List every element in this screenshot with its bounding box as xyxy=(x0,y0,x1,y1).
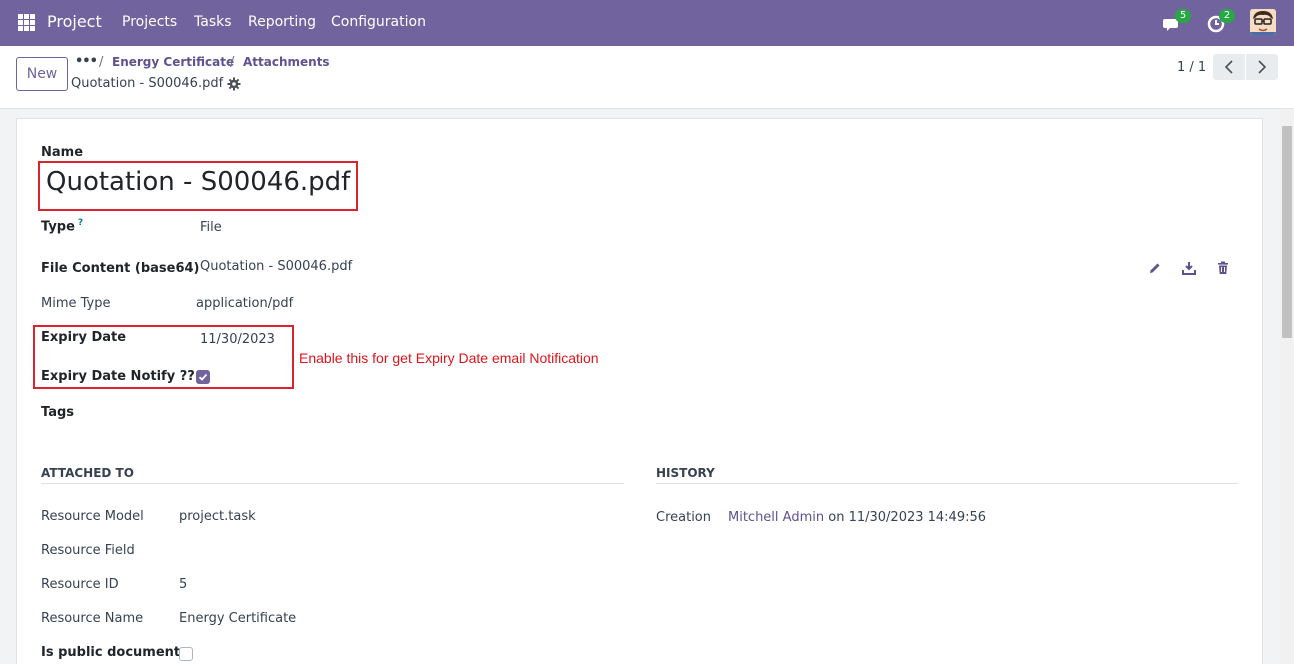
history-section-title: HISTORY xyxy=(656,466,715,480)
resource-id-value[interactable]: 5 xyxy=(179,577,187,592)
breadcrumb-separator: / xyxy=(230,55,235,70)
messages-badge: 5 xyxy=(1175,9,1191,23)
resource-id-label: Resource ID xyxy=(41,577,119,592)
type-label: Type? xyxy=(41,218,84,235)
name-label: Name xyxy=(41,145,84,160)
resource-field-label: Resource Field xyxy=(41,543,135,558)
breadcrumb-energy-certificate[interactable]: Energy Certificate xyxy=(112,55,234,69)
resource-model-label: Resource Model xyxy=(41,509,144,524)
type-value[interactable]: File xyxy=(200,220,222,235)
edit-pencil-icon[interactable] xyxy=(1148,261,1162,275)
creation-date: on 11/30/2023 14:49:56 xyxy=(828,510,987,525)
menu-projects[interactable]: Projects xyxy=(122,14,177,30)
control-panel: New ••• / Energy Certificate / Attachmen… xyxy=(0,46,1294,109)
apps-menu-icon[interactable] xyxy=(18,14,35,31)
file-content-value[interactable]: Quotation - S00046.pdf xyxy=(200,259,352,274)
user-avatar[interactable] xyxy=(1250,9,1276,35)
menu-tasks[interactable]: Tasks xyxy=(194,14,232,30)
highlight-box-name xyxy=(38,161,358,211)
download-icon[interactable] xyxy=(1182,261,1196,275)
activities-badge: 2 xyxy=(1219,9,1235,23)
pager-value[interactable]: 1 / 1 xyxy=(1177,60,1206,75)
activities-button[interactable]: 2 xyxy=(1207,9,1235,33)
chevron-right-icon xyxy=(1258,60,1267,74)
menu-reporting[interactable]: Reporting xyxy=(248,14,316,30)
app-name[interactable]: Project xyxy=(47,12,102,31)
gear-icon[interactable] xyxy=(227,77,241,91)
type-help-tooltip[interactable]: ? xyxy=(78,218,83,228)
breadcrumb-more[interactable]: ••• xyxy=(75,54,98,69)
record-title: Quotation - S00046.pdf xyxy=(71,76,224,91)
pager-next-button[interactable] xyxy=(1246,54,1278,80)
new-button[interactable]: New xyxy=(16,57,68,91)
creation-label: Creation xyxy=(656,510,712,525)
breadcrumb-attachments[interactable]: Attachments xyxy=(243,55,330,69)
highlight-box-expiry xyxy=(33,325,294,389)
creation-value: Mitchell Admin on 11/30/2023 14:49:56 xyxy=(728,510,986,525)
creation-user-link[interactable]: Mitchell Admin xyxy=(728,510,824,525)
resource-model-value[interactable]: project.task xyxy=(179,509,256,524)
mime-type-value: application/pdf xyxy=(196,296,294,311)
chevron-left-icon xyxy=(1224,60,1233,74)
pager-previous-button[interactable] xyxy=(1213,54,1245,80)
menu-configuration[interactable]: Configuration xyxy=(331,14,426,30)
resource-name-label: Resource Name xyxy=(41,611,144,626)
section-divider xyxy=(656,483,1238,484)
is-public-label: Is public document xyxy=(41,645,181,660)
top-navbar: Project Projects Tasks Reporting Configu… xyxy=(0,0,1294,46)
mime-type-label: Mime Type xyxy=(41,296,111,311)
file-content-label: File Content (base64) xyxy=(41,261,200,276)
attached-to-section-title: ATTACHED TO xyxy=(41,466,134,480)
is-public-checkbox[interactable] xyxy=(179,647,193,661)
breadcrumb-separator: / xyxy=(99,55,104,70)
section-divider xyxy=(41,483,624,484)
trash-icon[interactable] xyxy=(1216,261,1230,275)
annotation-note: Enable this for get Expiry Date email No… xyxy=(299,350,599,366)
resource-name-value: Energy Certificate xyxy=(179,611,297,626)
tags-label: Tags xyxy=(41,405,75,420)
messages-button[interactable]: 5 xyxy=(1163,9,1191,33)
scrollbar-thumb[interactable] xyxy=(1282,126,1292,338)
